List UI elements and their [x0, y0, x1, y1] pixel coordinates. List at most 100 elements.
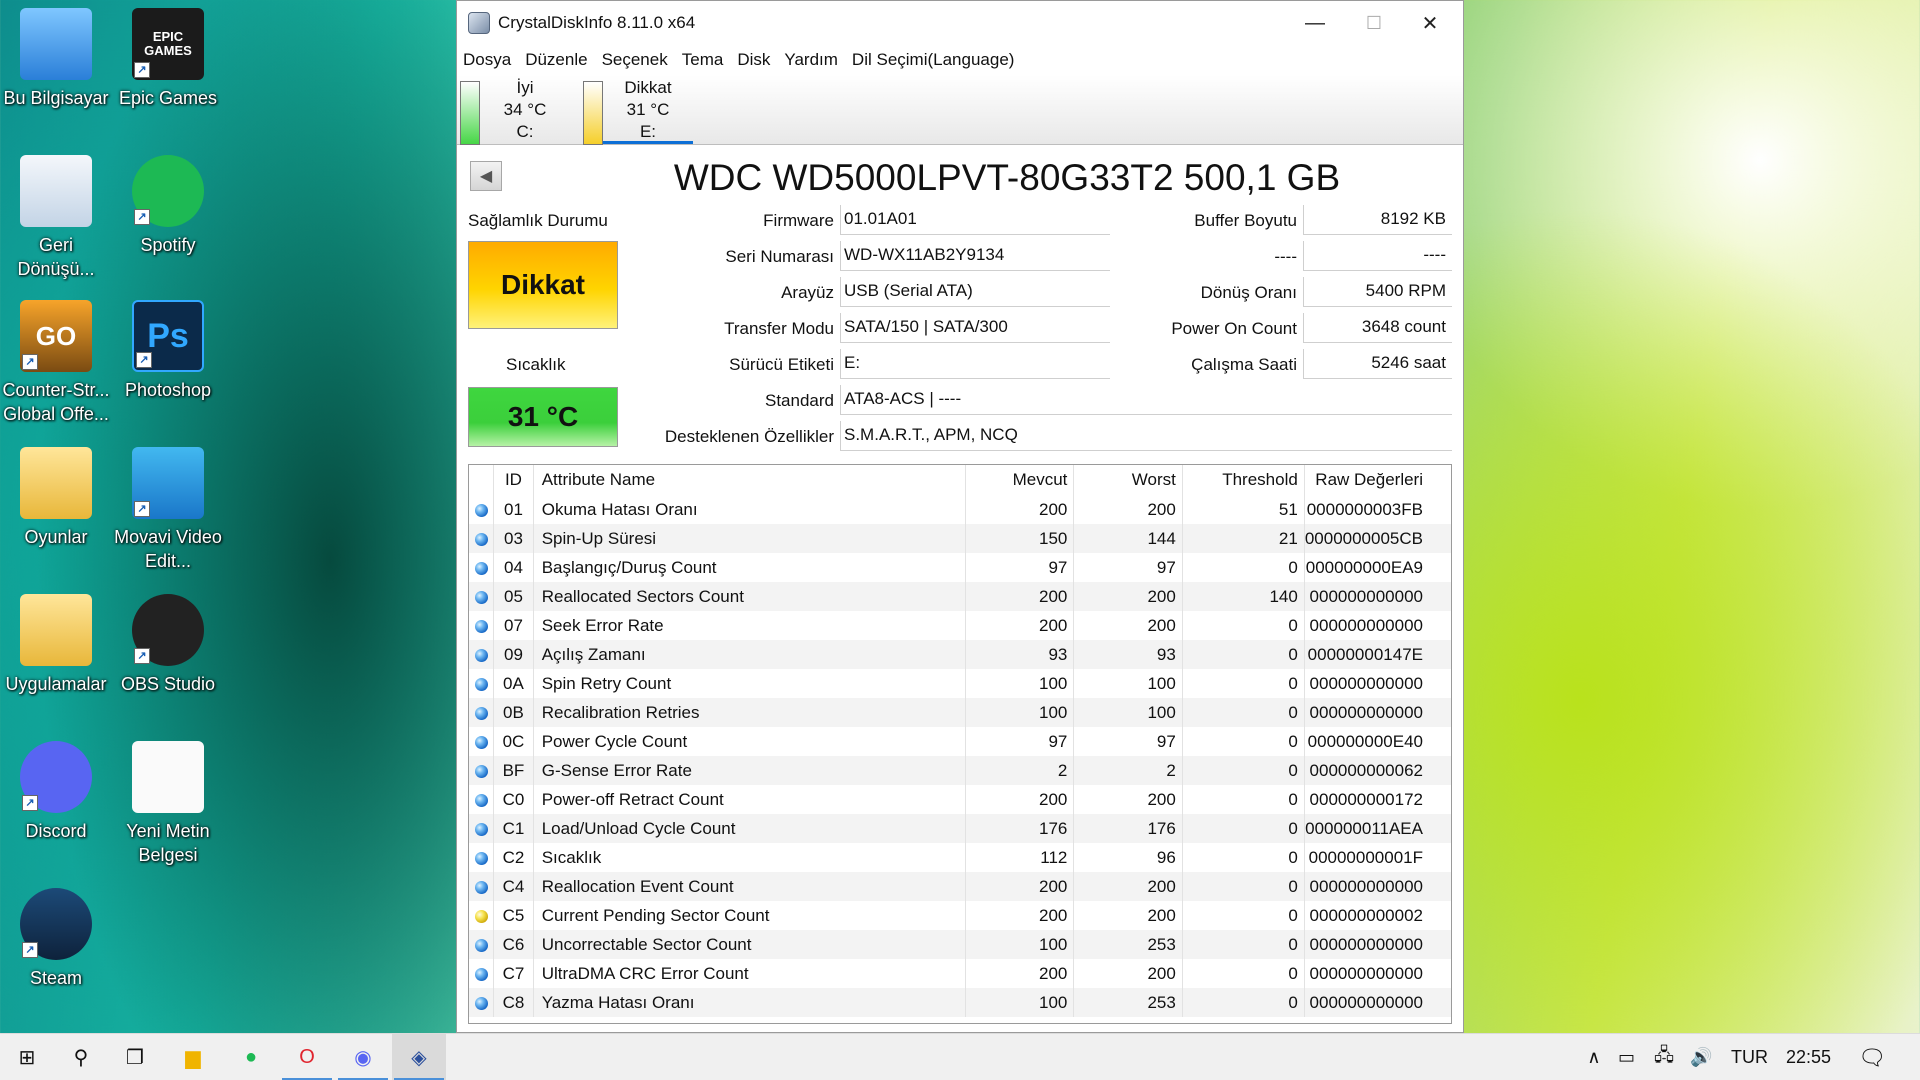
rotation-rate-label: Dönüş Oranı: [1200, 283, 1297, 302]
drive-e-letter: E:: [639, 122, 657, 141]
temperature-badge[interactable]: 31 °C: [468, 387, 618, 447]
taskbar-search-icon[interactable]: ⚲: [54, 1034, 108, 1080]
table-row[interactable]: 05 Reallocated Sectors Count 200 200 140 0000…: [469, 582, 1451, 611]
table-row[interactable]: C6 Uncorrectable Sector Count 100 253 0 00000…: [469, 930, 1451, 959]
desktop-icon[interactable]: ↗ Discord: [0, 741, 112, 843]
desktop-icon[interactable]: ↗ OBS Studio: [112, 594, 224, 696]
column-header-attribute-name[interactable]: Attribute Name: [532, 465, 966, 495]
desktop-icon[interactable]: Bu Bilgisayar: [0, 8, 112, 110]
cell-status: [469, 727, 494, 756]
column-header-id[interactable]: ID: [493, 465, 534, 495]
taskbar-opera-icon[interactable]: O: [280, 1034, 334, 1080]
cell-attribute-id: 01: [493, 495, 534, 524]
desktop-icon[interactable]: ↗ Spotify: [112, 155, 224, 257]
spotify-icon: ↗: [132, 155, 204, 227]
table-row[interactable]: 0B Recalibration Retries 100 100 0 0000000000…: [469, 698, 1451, 727]
cell-attribute-id: 0C: [493, 727, 534, 756]
desktop-icon-label: Spotify: [140, 235, 196, 255]
table-row[interactable]: 0A Spin Retry Count 100 100 0 000000000000: [469, 669, 1451, 698]
cell-worst-value: 100: [1073, 669, 1183, 698]
desktop-icon[interactable]: Geri Dönüşü...: [0, 155, 112, 281]
table-row[interactable]: C4 Reallocation Event Count 200 200 0 0000000…: [469, 872, 1451, 901]
cell-current-value: 97: [964, 553, 1074, 582]
table-row[interactable]: C8 Yazma Hatası Oranı 100 253 0 000000000000: [469, 988, 1451, 1017]
cell-attribute-id: C1: [493, 814, 534, 843]
drive-tab-e[interactable]: Dikkat 31 °C E:: [583, 75, 703, 145]
shortcut-arrow-icon: ↗: [22, 354, 38, 370]
menu-language[interactable]: Dil Seçimi(Language): [852, 50, 1015, 70]
menu-disk[interactable]: Disk: [737, 50, 770, 70]
action-center-icon[interactable]: 🗨: [1858, 1034, 1886, 1080]
menu-edit[interactable]: Düzenle: [525, 50, 587, 70]
column-header-raw-values[interactable]: Raw Değerleri: [1303, 465, 1451, 495]
desktop-icon-label: Counter-Str... Global Offe...: [2, 380, 110, 424]
desktop-icon[interactable]: Yeni Metin Belgesi: [112, 741, 224, 867]
table-row[interactable]: C5 Current Pending Sector Count 200 200 0 000…: [469, 901, 1451, 930]
column-header-status[interactable]: [469, 465, 494, 495]
interface-label: Arayüz: [781, 283, 834, 302]
menu-options[interactable]: Seçenek: [602, 50, 668, 70]
taskbar-discord-icon[interactable]: ◉: [336, 1034, 390, 1080]
buffer-size-value: 8192 KB: [1303, 205, 1452, 235]
tray-clock[interactable]: 22:55: [1786, 1034, 1831, 1080]
table-row[interactable]: 03 Spin-Up Süresi 150 144 21 0000000005CB: [469, 524, 1451, 553]
cell-raw-value: 000000000000: [1303, 611, 1451, 640]
table-row[interactable]: C0 Power-off Retract Count 200 200 0 00000000…: [469, 785, 1451, 814]
tray-language-indicator[interactable]: TUR: [1731, 1034, 1768, 1080]
menu-theme[interactable]: Tema: [682, 50, 724, 70]
cell-current-value: 200: [964, 959, 1074, 988]
tray-network-icon[interactable]: 🖧: [1654, 1034, 1674, 1080]
taskbar-task-view-icon[interactable]: ❐: [108, 1034, 162, 1080]
column-header-threshold[interactable]: Threshold: [1181, 465, 1305, 495]
cell-current-value: 100: [964, 669, 1074, 698]
desktop-icon[interactable]: Oyunlar: [0, 447, 112, 549]
tray-usb-device-icon[interactable]: ▭: [1618, 1034, 1635, 1080]
drive-tab-c[interactable]: İyi 34 °C C:: [460, 75, 580, 145]
table-row[interactable]: 07 Seek Error Rate 200 200 0 000000000000: [469, 611, 1451, 640]
desktop-icon[interactable]: ↗ Movavi Video Edit...: [112, 447, 224, 573]
good-status-icon: [474, 851, 488, 865]
health-status-badge[interactable]: Dikkat: [468, 241, 618, 329]
cell-current-value: 200: [964, 872, 1074, 901]
column-header-current[interactable]: Mevcut: [964, 465, 1074, 495]
desktop-icon[interactable]: ↗ Steam: [0, 888, 112, 990]
cell-threshold-value: 0: [1181, 843, 1305, 872]
good-status-icon: [474, 706, 488, 720]
desktop-icon[interactable]: Ps ↗ Photoshop: [112, 300, 224, 402]
table-row[interactable]: 0C Power Cycle Count 97 97 0 000000000E40: [469, 727, 1451, 756]
taskbar-spotify-icon[interactable]: ●: [224, 1034, 278, 1080]
cell-threshold-value: 0: [1181, 785, 1305, 814]
table-row[interactable]: 01 Okuma Hatası Oranı 200 200 51 0000000003FB: [469, 495, 1451, 524]
taskbar-start-icon[interactable]: ⊞: [0, 1034, 54, 1080]
table-row[interactable]: C2 Sıcaklık 112 96 0 00000000001F: [469, 843, 1451, 872]
taskbar-file-explorer-icon[interactable]: ▆: [166, 1034, 220, 1080]
cell-status: [469, 959, 494, 988]
desktop-icon[interactable]: EPIC GAMES ↗ Epic Games: [112, 8, 224, 110]
good-status-icon: [474, 967, 488, 981]
desktop-icon[interactable]: Uygulamalar: [0, 594, 112, 696]
good-status-icon: [474, 822, 488, 836]
tray-overflow-chevron-icon[interactable]: ∧: [1582, 1034, 1606, 1080]
table-row[interactable]: C7 UltraDMA CRC Error Count 200 200 0 0000000…: [469, 959, 1451, 988]
previous-disk-button[interactable]: ◀: [470, 161, 502, 191]
table-row[interactable]: BF G-Sense Error Rate 2 2 0 000000000062: [469, 756, 1451, 785]
smart-attributes-table[interactable]: ID Attribute Name Mevcut Worst Threshold…: [468, 464, 1452, 1024]
cell-attribute-name: G-Sense Error Rate: [532, 756, 966, 785]
tray-volume-icon[interactable]: 🔊: [1690, 1034, 1712, 1080]
cell-worst-value: 100: [1073, 698, 1183, 727]
desktop-icon[interactable]: GO ↗ Counter-Str... Global Offe...: [0, 300, 112, 426]
cell-attribute-id: C0: [493, 785, 534, 814]
menu-help[interactable]: Yardım: [784, 50, 838, 70]
table-row[interactable]: C1 Load/Unload Cycle Count 176 176 0 00000001…: [469, 814, 1451, 843]
taskbar-crystaldiskinfo-icon[interactable]: ◈: [392, 1034, 446, 1080]
firmware-label: Firmware: [763, 211, 834, 230]
table-row[interactable]: 04 Başlangıç/Duruş Count 97 97 0 000000000EA9: [469, 553, 1451, 582]
close-button[interactable]: ✕: [1395, 1, 1465, 45]
menu-file[interactable]: Dosya: [463, 50, 511, 70]
buffer-size-label: Buffer Boyutu: [1194, 211, 1297, 230]
desktop-icon-label: Oyunlar: [24, 527, 88, 547]
column-header-worst[interactable]: Worst: [1073, 465, 1183, 495]
cell-worst-value: 96: [1073, 843, 1183, 872]
table-row[interactable]: 09 Açılış Zamanı 93 93 0 00000000147E: [469, 640, 1451, 669]
title-bar[interactable]: CrystalDiskInfo 8.11.0 x64 — ☐ ✕: [457, 1, 1463, 45]
